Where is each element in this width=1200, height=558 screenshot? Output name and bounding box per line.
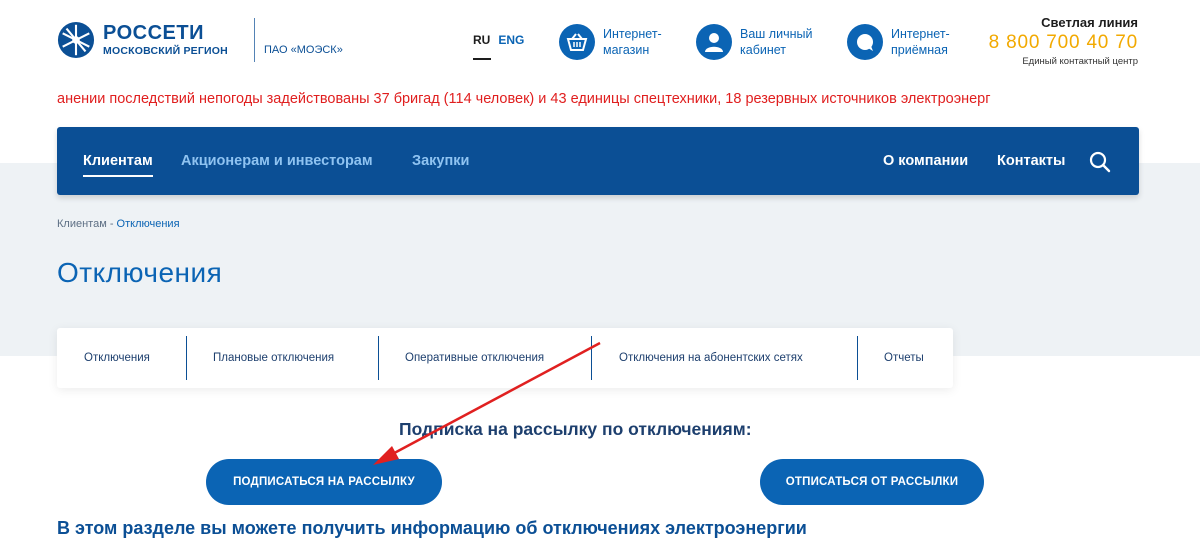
internet-reception-link[interactable]: Интернет- приёмная [847, 24, 950, 60]
hotline: Светлая линия 8 800 700 40 70 Единый кон… [989, 15, 1138, 67]
breadcrumb-clients[interactable]: Клиентам [57, 218, 107, 230]
unsubscribe-button[interactable]: Отписаться от рассылки [760, 459, 984, 505]
tab-divider [591, 336, 592, 380]
internet-shop-label-1: Интернет- [603, 27, 662, 41]
section-heading: В этом разделе вы можете получить информ… [57, 518, 807, 538]
tab-planned-outages[interactable]: Плановые отключения [213, 352, 334, 364]
tab-divider [857, 336, 858, 380]
tab-operational-outages[interactable]: Оперативные отключения [405, 352, 544, 364]
hotline-title: Светлая линия [1041, 15, 1138, 30]
user-icon [696, 24, 732, 60]
internet-shop-link[interactable]: Интернет- магазин [559, 24, 662, 60]
personal-account-label-2: кабинет [740, 43, 787, 57]
tab-divider [378, 336, 379, 380]
nav-about[interactable]: О компании [883, 153, 968, 169]
news-ticker[interactable]: анении последствий непогоды задействован… [57, 91, 1142, 111]
outage-tabs: Отключения Плановые отключения Оперативн… [57, 328, 953, 388]
tab-outages[interactable]: Отключения [84, 352, 150, 364]
lang-eng-link[interactable]: ENG [498, 33, 524, 47]
logo-divider [254, 18, 255, 62]
chat-icon [847, 24, 883, 60]
language-switch: RU ENG [473, 33, 524, 60]
tab-divider [186, 336, 187, 380]
nav-contacts[interactable]: Контакты [997, 153, 1065, 169]
personal-account-link[interactable]: Ваш личный кабинет [696, 24, 812, 60]
search-icon[interactable] [1089, 151, 1111, 173]
subscribe-button[interactable]: Подписаться на рассылку [206, 459, 442, 505]
tab-subscriber-network-outages[interactable]: Отключения на абонентских сетях [619, 352, 803, 364]
rosseti-logo[interactable]: РОССЕТИ МОСКОВСКИЙ РЕГИОН [57, 16, 262, 64]
internet-reception-label-2: приёмная [891, 43, 948, 57]
main-navigation: Клиентам Акционерам и инвесторам Закупки… [57, 127, 1139, 195]
nav-investors[interactable]: Акционерам и инвесторам [181, 153, 373, 169]
hotline-phone[interactable]: 8 800 700 40 70 [989, 32, 1138, 54]
breadcrumb-current: Отключения [116, 218, 180, 230]
logo-region: МОСКОВСКИЙ РЕГИОН [103, 45, 228, 58]
breadcrumb: Клиентам - Отключения [57, 218, 180, 230]
lang-ru-link[interactable]: RU [473, 33, 492, 60]
nav-clients[interactable]: Клиентам [83, 153, 153, 177]
subscription-title: Подписка на рассылку по отключениям: [399, 419, 752, 439]
personal-account-label-1: Ваш личный [740, 27, 813, 41]
hotline-subtitle: Единый контактный центр [1022, 56, 1138, 67]
logo-name: РОССЕТИ [103, 22, 204, 45]
breadcrumb-separator: - [106, 218, 117, 230]
rosseti-logo-icon [57, 21, 95, 59]
site-header: РОССЕТИ МОСКОВСКИЙ РЕГИОН ПАО «МОЭСК» RU… [0, 0, 1200, 80]
nav-procurement[interactable]: Закупки [412, 153, 469, 169]
internet-shop-label-2: магазин [603, 43, 650, 57]
internet-reception-label-1: Интернет- [891, 27, 950, 41]
company-name: ПАО «МОЭСК» [264, 44, 343, 56]
tab-reports[interactable]: Отчеты [884, 352, 924, 364]
basket-icon [559, 24, 595, 60]
page-title: Отключения [57, 257, 223, 288]
